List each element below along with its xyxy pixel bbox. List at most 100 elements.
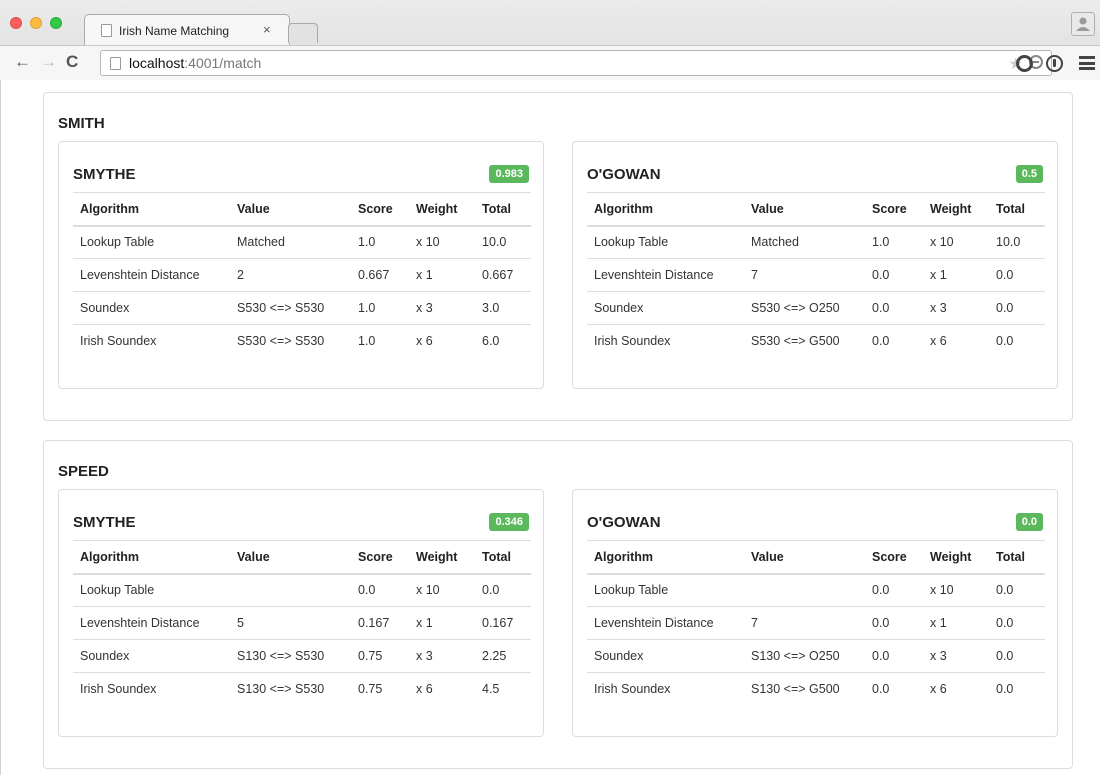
cell: S530 <=> S530: [237, 334, 325, 349]
reload-icon[interactable]: C: [66, 51, 78, 73]
cell: x 1: [409, 258, 475, 292]
cell: x 3: [923, 291, 989, 325]
match-score-badge: 0.983: [489, 165, 529, 183]
cell: 2: [230, 258, 351, 292]
cell: 0.0: [989, 639, 1045, 673]
cell: Soundex: [587, 639, 744, 673]
password-extension-icon[interactable]: [1046, 55, 1063, 72]
name-group-panel: SMITH SMYTHE 0.983 Algorithm Value Score…: [43, 92, 1073, 421]
cell: x 10: [409, 573, 475, 607]
tab-title: Irish Name Matching: [119, 24, 230, 38]
column-header: Score: [351, 192, 409, 227]
match-card: O'GOWAN 0.5 Algorithm Value Score Weight…: [572, 141, 1058, 389]
table-row: Soundex S130 <=> O250 0.0 x 3 0.0: [587, 639, 1045, 673]
match-name: SMYTHE: [73, 166, 136, 183]
close-window-button[interactable]: [10, 17, 22, 29]
cell: x 6: [416, 334, 433, 349]
column-header: Score: [351, 540, 409, 575]
browser-tab[interactable]: Irish Name Matching ×: [84, 14, 290, 45]
match-score-badge: 0.0: [1015, 513, 1043, 531]
group-title: SPEED: [58, 463, 109, 480]
address-bar[interactable]: localhost:4001/match ★: [100, 50, 1052, 76]
match-name: O'GOWAN: [587, 166, 661, 183]
page-viewport: SMITH SMYTHE 0.983 Algorithm Value Score…: [0, 80, 1100, 775]
match-card: O'GOWAN 0.0 Algorithm Value Score Weight…: [572, 489, 1058, 737]
table-row: Lookup Table Matched 1.0 x 10 10.0: [587, 225, 1045, 259]
cell: 0.0: [989, 573, 1045, 607]
cell: 4.5: [482, 682, 500, 697]
new-tab-button[interactable]: [288, 23, 318, 43]
cell: Soundex: [587, 291, 744, 325]
column-header: Algorithm: [73, 192, 230, 227]
cell: S530 <=> G500: [751, 334, 840, 349]
column-header: Total: [989, 540, 1045, 575]
cell: 5: [230, 606, 351, 640]
column-header: Total: [475, 540, 531, 575]
cell: [230, 573, 351, 607]
cell: x 3: [409, 291, 475, 325]
column-header: Weight: [923, 540, 989, 575]
zoom-window-button[interactable]: [50, 17, 62, 29]
cell: x 1: [923, 606, 989, 640]
cell: 2.25: [475, 639, 531, 673]
cell: 1.0: [351, 225, 409, 259]
back-arrow-icon[interactable]: ←: [14, 51, 31, 73]
cell: 10.0: [475, 225, 531, 259]
sync-extension-icon[interactable]: [1016, 55, 1033, 72]
table-row: Irish Soundex S130 <=> G500 0.0 x 6 0.0: [587, 673, 1045, 706]
column-header: Total: [989, 192, 1045, 227]
cell: 7: [744, 606, 865, 640]
cell: Lookup Table: [73, 225, 230, 259]
cell: [744, 573, 865, 607]
cell: 0.167: [475, 606, 531, 640]
match-name: SMYTHE: [73, 514, 136, 531]
table-header-row: Algorithm Value Score Weight Total: [73, 192, 531, 227]
cell: Levenshtein Distance: [587, 606, 744, 640]
name-group-panel: SPEED SMYTHE 0.346 Algorithm Value Score…: [43, 440, 1073, 769]
cell: x 10: [409, 225, 475, 259]
cell: S530 <=> S530: [230, 291, 351, 325]
column-header: Score: [865, 540, 923, 575]
cell: 0.667: [475, 258, 531, 292]
cell: Levenshtein Distance: [73, 606, 230, 640]
url-text[interactable]: localhost:4001/match: [129, 55, 261, 71]
cell: 0.167: [351, 606, 409, 640]
table-row: Irish Soundex S530 <=> S530 1.0 x 6 6.0: [73, 325, 531, 358]
cell: Lookup Table: [587, 225, 744, 259]
match-card: SMYTHE 0.983 Algorithm Value Score Weigh…: [58, 141, 544, 389]
tab-close-icon[interactable]: ×: [263, 22, 271, 37]
match-score-badge: 0.5: [1015, 165, 1043, 183]
cell: 0.0: [475, 573, 531, 607]
cell: 1.0: [351, 291, 409, 325]
column-header: Weight: [409, 540, 475, 575]
cell: Matched: [230, 225, 351, 259]
page-icon: [110, 57, 121, 70]
cell: 0.0: [989, 258, 1045, 292]
table-row: Levenshtein Distance 2 0.667 x 1 0.667: [73, 258, 531, 292]
profile-button[interactable]: [1071, 12, 1095, 36]
cell: 0.75: [358, 682, 383, 697]
cell: 0.0: [996, 682, 1014, 697]
cell: Irish Soundex: [80, 682, 157, 697]
cell: 0.667: [351, 258, 409, 292]
menu-icon[interactable]: [1079, 56, 1095, 70]
cell: Irish Soundex: [594, 682, 671, 697]
user-icon: [1076, 17, 1090, 31]
cell: 0.0: [865, 258, 923, 292]
cell: 6.0: [482, 334, 500, 349]
cell: x 10: [923, 225, 989, 259]
cell: 0.75: [351, 639, 409, 673]
algorithm-table: Algorithm Value Score Weight Total Looku…: [73, 192, 531, 358]
forward-arrow-icon[interactable]: →: [40, 51, 57, 73]
cell: 1.0: [865, 225, 923, 259]
cell: x 6: [930, 334, 947, 349]
minimize-window-button[interactable]: [30, 17, 42, 29]
cell: 0.0: [865, 291, 923, 325]
cell: Irish Soundex: [594, 334, 671, 349]
cell: 1.0: [358, 334, 376, 349]
table-row: Lookup Table 0.0 x 10 0.0: [587, 573, 1045, 607]
cell: x 10: [923, 573, 989, 607]
cell: x 6: [416, 682, 433, 697]
cell: 0.0: [865, 639, 923, 673]
column-header: Score: [865, 192, 923, 227]
